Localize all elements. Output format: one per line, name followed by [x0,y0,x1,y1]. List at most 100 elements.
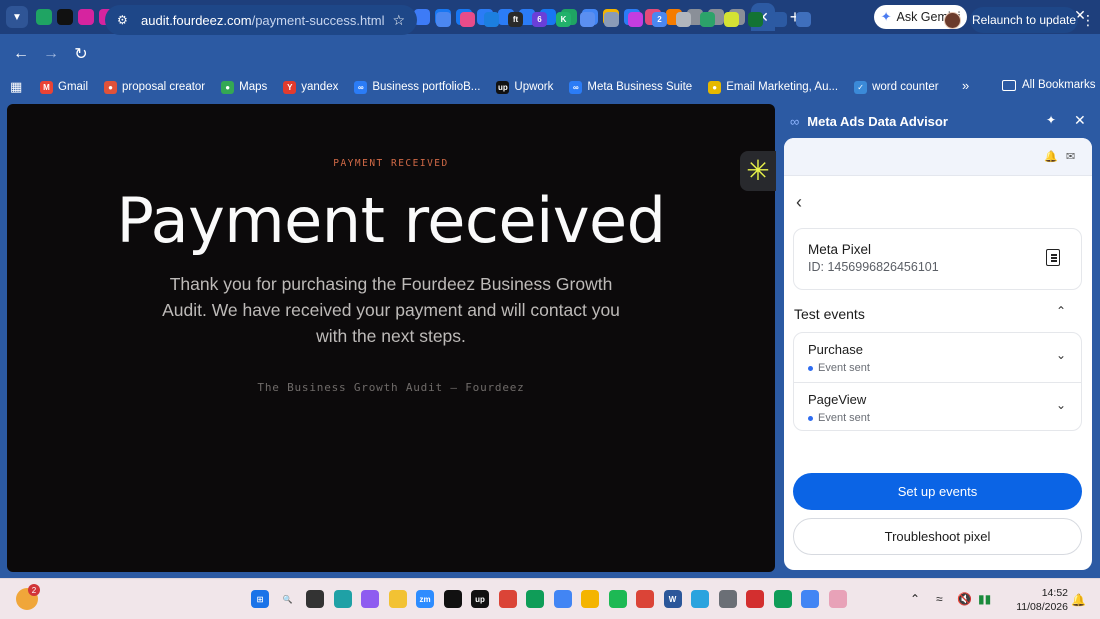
clock-date: 11/08/2026 [1016,601,1068,613]
chrome-icon[interactable] [553,590,572,608]
notification-badge: 2 [28,584,40,596]
extensions-puzzle-icon[interactable] [772,12,787,27]
back-arrow-icon[interactable]: ← [6,45,36,63]
framer-icon[interactable] [57,9,73,25]
bookmark-item[interactable]: ● Maps [221,80,267,94]
bookmarks-overflow-icon[interactable]: » [962,78,969,93]
event-status: Event sent [808,362,870,374]
event-row[interactable]: Purchase Event sent ⌄ [794,333,1081,382]
test-events-heading: Test events [794,306,865,322]
edge-icon[interactable] [333,590,352,608]
extension-check-icon[interactable] [748,12,763,27]
spotify-icon[interactable] [608,590,627,608]
copilot-icon[interactable] [361,590,379,608]
bookmark-label: word counter [872,81,939,93]
extension-camera-icon[interactable] [604,12,619,27]
asterisk-widget-icon[interactable]: ✳ [740,151,776,191]
word-icon[interactable]: W [663,590,682,608]
event-name: Purchase [808,342,863,357]
bookmark-star-icon[interactable]: ☆ [392,12,405,29]
profile-avatar[interactable] [944,12,961,29]
bookmark-item[interactable]: M Gmail [40,80,88,94]
troubleshoot-pixel-button[interactable]: Troubleshoot pixel [793,518,1082,555]
pixel-name: Meta Pixel [808,242,872,257]
extension-badge-icon[interactable]: 6 [532,12,547,27]
unpin-icon[interactable]: ✦ [1046,113,1056,127]
bookmark-item[interactable]: ∞ Meta Business Suite [569,80,692,94]
side-panel-icon[interactable] [796,12,811,27]
instagram-icon[interactable] [78,9,94,25]
bookmark-label: Business portfolioB... [372,81,481,93]
bookmark-label: Upwork [514,81,554,93]
apps-grid-icon[interactable]: ▦ [10,79,24,95]
relaunch-button[interactable]: Relaunch to update [970,7,1078,33]
feedback-icon[interactable]: ✉ [1066,150,1075,163]
search-icon[interactable]: 🔍 [278,590,297,608]
extension-icons: ft 6 K 2 [436,12,811,27]
address-bar[interactable]: ⚙ audit.fourdeez.com/payment-success.htm… [105,5,417,35]
url-text: audit.fourdeez.com/payment-success.html [141,12,385,28]
windows-start-icon[interactable]: ⊞ [251,590,269,608]
chrome-icon[interactable] [801,590,819,608]
forward-arrow-icon[interactable]: → [36,45,66,63]
back-chevron-icon[interactable]: ‹ [796,192,802,213]
notifications-icon[interactable]: 🔔 [1071,593,1086,607]
extension-color-icon[interactable] [460,12,475,27]
capcut-icon[interactable] [443,590,462,608]
bookmark-item[interactable]: up Upwork [496,80,554,94]
speaker-muted-icon[interactable]: 🔇 [957,592,972,606]
extension-asterisk-icon[interactable] [724,12,739,27]
snipping-tool-icon[interactable] [828,590,847,608]
page-footer-note: The Business Growth Audit — Fourdeez [257,381,525,394]
extension-k-icon[interactable]: K [556,12,571,27]
system-clock[interactable]: 14:52 11/08/2026 [1004,586,1068,614]
side-panel: 🔔 ✉ ‹ Meta Pixel ID: 1456996826456101 Te… [784,138,1092,570]
side-panel-close-icon[interactable]: ✕ [1074,112,1086,129]
reload-icon[interactable]: ↻ [66,44,96,64]
bookmark-item[interactable]: Yyandex [283,80,338,94]
task-view-icon[interactable] [306,590,324,608]
chrome-icon[interactable] [526,590,544,608]
bookmark-item[interactable]: ● proposal creator [104,80,205,94]
chrome-icon[interactable] [498,590,517,608]
show-hidden-icons-icon[interactable]: ⌃ [910,592,920,606]
battery-icon[interactable]: ▮▮ [978,592,991,606]
more-menu-icon[interactable]: ⋮ [1081,12,1095,29]
bookmark-item[interactable]: ● Email Marketing, Au... [708,80,838,94]
chevron-up-icon[interactable]: ⌃ [1056,304,1066,318]
extension-download-icon[interactable] [628,12,643,27]
telegram-icon[interactable] [691,590,709,608]
bookmark-item[interactable]: ∞ Business portfolioB... [354,80,481,94]
extension-gear-icon[interactable] [484,12,499,27]
bell-icon[interactable]: 🔔 [1044,150,1058,163]
zoom-icon[interactable]: zm [416,590,434,608]
meta-icon: ∞ [569,80,583,94]
extension-swap-icon[interactable]: 2 [652,12,667,27]
all-bookmarks-label: All Bookmarks [1022,79,1096,91]
tab-search-button[interactable]: ▼ [6,6,28,28]
extension-ft-icon[interactable]: ft [508,12,523,27]
chrome-icon[interactable] [773,590,792,608]
extension-gift-icon[interactable] [700,12,715,27]
file-explorer-icon[interactable] [388,590,407,608]
test-events-list: Purchase Event sent ⌄ PageView Event sent ⌄ [793,332,1082,431]
recorder-icon[interactable] [746,590,764,608]
wifi-icon[interactable]: ≈ [936,592,943,606]
set-up-events-button[interactable]: Set up events [793,473,1082,510]
copy-icon[interactable] [1046,249,1060,266]
chevron-down-icon[interactable]: ⌄ [1056,348,1066,362]
extension-doc-icon[interactable] [580,12,595,27]
event-row[interactable]: PageView Event sent ⌄ [794,382,1081,431]
settings-gear-icon[interactable] [718,590,737,608]
extension-cloud-icon[interactable] [436,12,451,27]
sheets-icon[interactable] [36,9,52,25]
chevron-down-icon[interactable]: ⌄ [1056,398,1066,412]
site-info-icon[interactable]: ⚙ [117,13,131,27]
upwork-icon[interactable]: up [471,590,489,608]
chrome-icon[interactable] [636,590,654,608]
extension-shield-icon[interactable] [676,12,691,27]
chrome-icon[interactable] [581,590,599,608]
all-bookmarks-button[interactable]: All Bookmarks [1002,79,1096,91]
bookmark-item[interactable]: ✓ word counter [854,80,939,94]
status-dot-icon [808,415,813,421]
